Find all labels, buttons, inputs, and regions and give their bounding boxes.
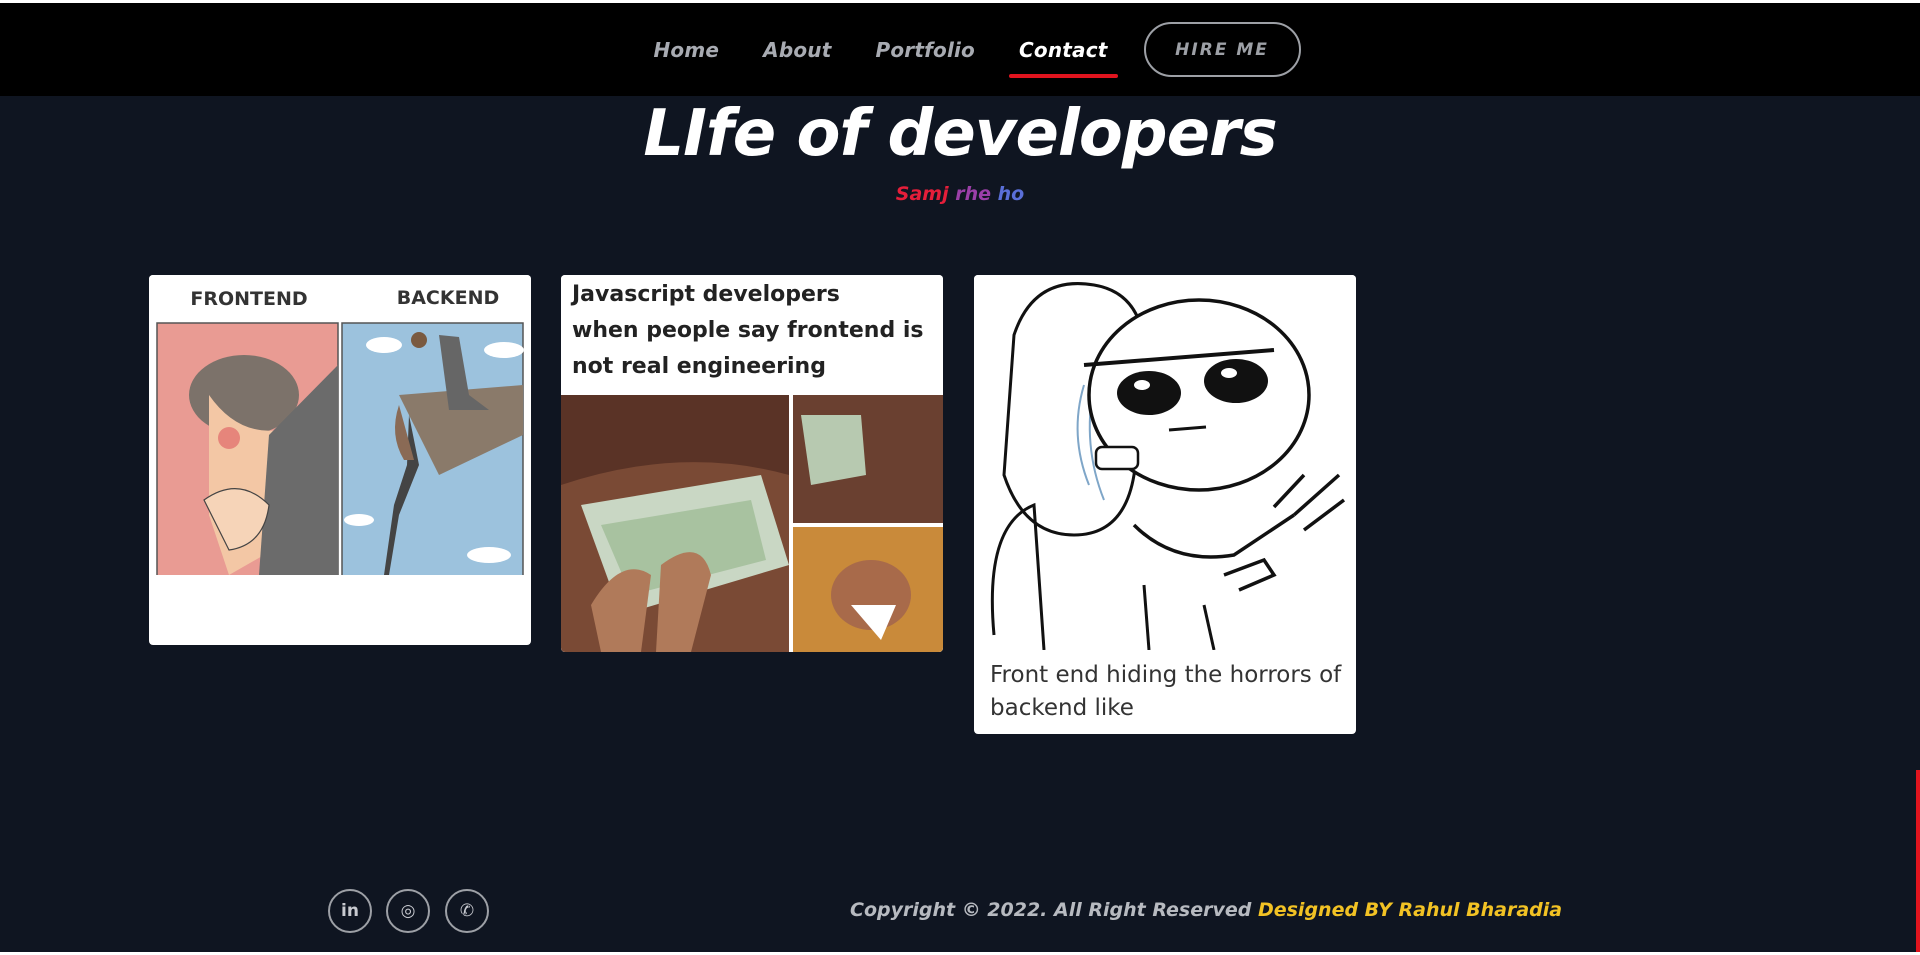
meme-caption-line-2: backend like [990, 695, 1134, 721]
footer-copyright: Copyright © 2022. All Right Reserved Des… [850, 899, 1562, 921]
meme-card-frontend-horrors[interactable]: Front end hiding the horrors of backend … [974, 275, 1356, 734]
nav-portfolio-link[interactable]: Portfolio [875, 28, 975, 72]
subtitle-word-3: ho [997, 183, 1025, 205]
meme-text-line-2: when people say frontend is [572, 318, 923, 343]
frontend-horrors-meme-image [974, 275, 1356, 651]
copyright-text: Copyright © 2022. All Right Reserved [850, 899, 1252, 921]
meme-label-backend: BACKEND [397, 287, 500, 309]
linkedin-glyph: in [341, 901, 359, 921]
hire-me-button[interactable]: HIRE ME [1143, 22, 1301, 77]
scroll-indicator[interactable] [1916, 770, 1920, 952]
nav-contact-link[interactable]: Contact [1009, 28, 1118, 78]
page-title: LIfe of developers [643, 97, 1277, 171]
whatsapp-icon[interactable]: ✆ [445, 889, 489, 933]
nav-about-link[interactable]: About [763, 28, 831, 72]
navbar: Home About Portfolio Contact HIRE ME [0, 3, 1920, 96]
meme-label-frontend: FRONTEND [190, 288, 307, 310]
meme-card-frontend-backend[interactable]: FRONTEND BACKEND [149, 275, 531, 645]
meme-text-line-3: not real engineering [572, 354, 826, 379]
designer-credit: Designed BY Rahul Bharadia [1257, 899, 1563, 921]
meme-text-line-1: Javascript developers [570, 282, 840, 307]
nav-home-link[interactable]: Home [653, 28, 719, 72]
page-subtitle: Samj rhe ho [0, 183, 1920, 205]
whatsapp-glyph: ✆ [459, 901, 475, 921]
meme-caption-line-1: Front end hiding the horrors of [990, 662, 1342, 688]
instagram-icon[interactable]: ◎ [386, 889, 430, 933]
meme-card-javascript-developers[interactable]: Javascript developers when people say fr… [561, 275, 943, 652]
linkedin-icon[interactable]: in [328, 889, 372, 933]
nav-links: Home About Portfolio Contact HIRE ME [631, 22, 1301, 78]
subtitle-word-1: Samj [895, 183, 949, 205]
instagram-glyph: ◎ [400, 901, 416, 921]
frontend-backend-meme-image: FRONTEND BACKEND [149, 275, 531, 604]
javascript-developers-meme-image: Javascript developers when people say fr… [561, 275, 943, 652]
subtitle-word-2: rhe [955, 183, 992, 205]
